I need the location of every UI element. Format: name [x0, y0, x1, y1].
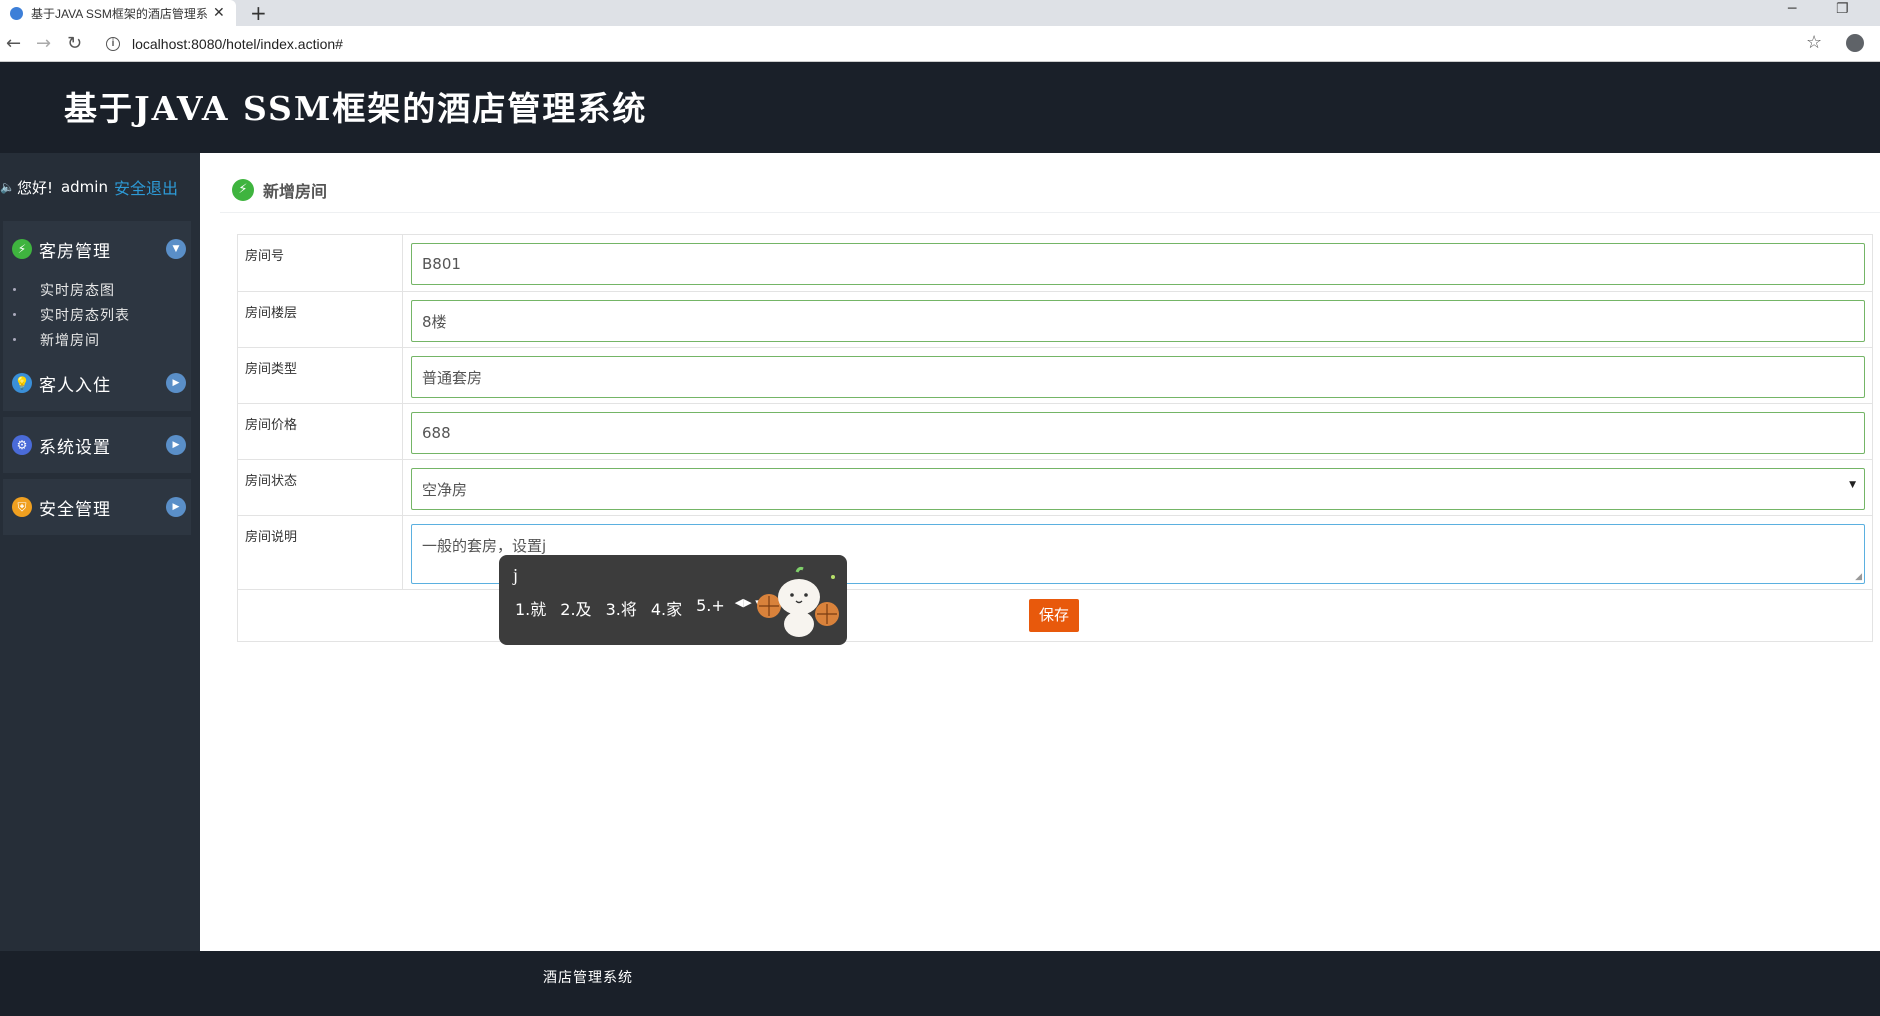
ime-candidate[interactable]: 5.+ — [696, 596, 725, 620]
url-field[interactable]: i localhost:8080/hotel/index.action# — [106, 31, 343, 57]
bullet-icon — [13, 288, 16, 291]
gears-icon: ⚙ — [12, 435, 32, 455]
ime-candidate[interactable]: 1.就 — [515, 596, 546, 620]
menu-head-check-in[interactable]: 💡 客人入住 ▶ — [3, 355, 191, 411]
menu-head-security[interactable]: ⛨ 安全管理 ▶ — [3, 479, 191, 535]
form-row-status: 房间状态 空净房 ▼ — [238, 460, 1872, 516]
save-button[interactable]: 保存 — [1029, 599, 1079, 632]
chevron-right-icon[interactable]: ▶ — [166, 497, 186, 517]
menu-group-check-in: 💡 客人入住 ▶ — [3, 355, 191, 411]
room-number-input[interactable]: B801 — [411, 243, 1865, 285]
reload-icon[interactable]: ↻ — [67, 33, 82, 54]
tab-title: 基于JAVA SSM框架的酒店管理系 — [31, 6, 207, 21]
ime-mascot-icon — [757, 566, 839, 637]
forward-icon[interactable]: → — [36, 33, 51, 54]
add-room-form: 房间号 B801 房间楼层 8楼 房间类型 普通套房 房间价格 688 房间状态… — [237, 234, 1873, 642]
chevron-down-icon[interactable]: ▼ — [166, 239, 186, 259]
ime-candidate[interactable]: 4.家 — [651, 596, 682, 620]
bullet-icon — [13, 338, 16, 341]
new-tab-button[interactable]: + — [250, 1, 267, 25]
menu-group-room-management: ⚡ 客房管理 ▼ 实时房态图 实时房态列表 新增房间 — [3, 221, 191, 366]
status-select-value: 空净房 — [422, 480, 468, 499]
form-row-price: 房间价格 688 — [238, 404, 1872, 460]
type-label: 房间类型 — [245, 362, 298, 377]
browser-tab-bar: 基于JAVA SSM框架的酒店管理系 ✕ + ─ ❐ — [0, 0, 1880, 26]
form-row-description: 房间说明 一般的套房，设置j ◢ — [238, 516, 1872, 590]
price-input[interactable]: 688 — [411, 412, 1865, 454]
back-icon[interactable]: ← — [6, 33, 21, 54]
minimize-button[interactable]: ─ — [1788, 1, 1796, 17]
app-header: 基于JAVA SSM框架的酒店管理系统 — [0, 62, 1880, 153]
bullet-icon — [13, 313, 16, 316]
favicon-icon — [10, 6, 23, 20]
divider — [402, 516, 403, 589]
address-bar: ← → ↻ i localhost:8080/hotel/index.actio… — [0, 26, 1880, 62]
menu-label: 安全管理 — [39, 499, 111, 520]
page-title: 新增房间 — [263, 182, 328, 201]
menu-group-security: ⛨ 安全管理 ▶ — [3, 479, 191, 535]
menu-label: 客人入住 — [39, 375, 111, 396]
logout-link[interactable]: 安全退出 — [114, 175, 178, 199]
ime-candidate[interactable]: 2.及 — [560, 596, 591, 620]
chevron-right-icon[interactable]: ▶ — [166, 373, 186, 393]
url-text: localhost:8080/hotel/index.action# — [132, 36, 343, 52]
app-title: 基于JAVA SSM框架的酒店管理系统 — [64, 89, 648, 128]
close-tab-icon[interactable]: ✕ — [213, 5, 225, 21]
info-icon[interactable]: i — [106, 37, 120, 51]
menu-label: 客房管理 — [39, 241, 111, 262]
chevron-right-icon[interactable]: ▶ — [166, 435, 186, 455]
ime-input-text: j — [513, 565, 519, 585]
sidebar-item-label: 实时房态列表 — [40, 307, 130, 324]
bookmark-star-icon[interactable]: ☆ — [1806, 32, 1822, 53]
bolt-icon: ⚡ — [232, 179, 254, 201]
footer: 酒店管理系统 — [0, 951, 1880, 1016]
shield-icon: ⛨ — [12, 497, 32, 517]
footer-text: 酒店管理系统 — [543, 970, 633, 986]
description-label: 房间说明 — [245, 530, 298, 545]
ime-candidate-list: 1.就 2.及 3.将 4.家 5.+ ◀▶ ▾ — [515, 596, 761, 620]
sidebar-item-add-room[interactable]: 新增房间 — [13, 327, 191, 352]
menu-group-system-settings: ⚙ 系统设置 ▶ — [3, 417, 191, 473]
username: admin — [60, 178, 108, 196]
form-row-type: 房间类型 普通套房 — [238, 348, 1872, 404]
restore-button[interactable]: ❐ — [1836, 1, 1849, 17]
submenu: 实时房态图 实时房态列表 新增房间 — [3, 277, 191, 366]
divider — [402, 404, 403, 459]
ime-candidate-popup: j 1.就 2.及 3.将 4.家 5.+ ◀▶ ▾ — [499, 555, 847, 645]
status-select[interactable]: 空净房 ▼ — [411, 468, 1865, 510]
form-row-room-number: 房间号 B801 — [238, 235, 1872, 292]
menu-head-system-settings[interactable]: ⚙ 系统设置 ▶ — [3, 417, 191, 473]
chevron-down-icon: ▼ — [1849, 480, 1856, 490]
page-title-row: ⚡ 新增房间 — [232, 178, 327, 202]
sidebar-item-room-status-list[interactable]: 实时房态列表 — [13, 302, 191, 327]
speaker-icon: 🔈 — [0, 180, 15, 194]
divider — [402, 235, 403, 291]
bolt-icon: ⚡ — [12, 239, 32, 259]
sidebar-item-label: 新增房间 — [40, 332, 100, 349]
room-number-label: 房间号 — [245, 249, 285, 264]
user-greeting: 🔈 您好! admin 安全退出 — [0, 175, 178, 199]
greeting-text: 您好! — [16, 178, 53, 197]
divider — [402, 460, 403, 515]
menu-label: 系统设置 — [39, 437, 111, 458]
description-text: 一般的套房，设置j — [422, 537, 547, 555]
floor-input[interactable]: 8楼 — [411, 300, 1865, 342]
form-row-floor: 房间楼层 8楼 — [238, 292, 1872, 348]
divider — [402, 292, 403, 347]
menu-head-room-management[interactable]: ⚡ 客房管理 ▼ — [3, 221, 191, 277]
account-icon[interactable] — [1846, 34, 1864, 52]
lightbulb-icon: 💡 — [12, 373, 32, 393]
sidebar-item-label: 实时房态图 — [40, 282, 115, 299]
sidebar: 🔈 您好! admin 安全退出 ⚡ 客房管理 ▼ 实时房态图 实时房态列表 新… — [0, 153, 200, 951]
floor-label: 房间楼层 — [245, 306, 298, 321]
sidebar-item-room-status-map[interactable]: 实时房态图 — [13, 277, 191, 302]
type-input[interactable]: 普通套房 — [411, 356, 1865, 398]
divider — [220, 212, 1880, 213]
price-label: 房间价格 — [245, 418, 298, 433]
divider — [402, 348, 403, 403]
browser-tab[interactable]: 基于JAVA SSM框架的酒店管理系 ✕ — [0, 0, 236, 26]
resize-handle-icon[interactable]: ◢ — [1855, 572, 1862, 582]
status-label: 房间状态 — [245, 474, 298, 489]
ime-candidate[interactable]: 3.将 — [606, 596, 637, 620]
